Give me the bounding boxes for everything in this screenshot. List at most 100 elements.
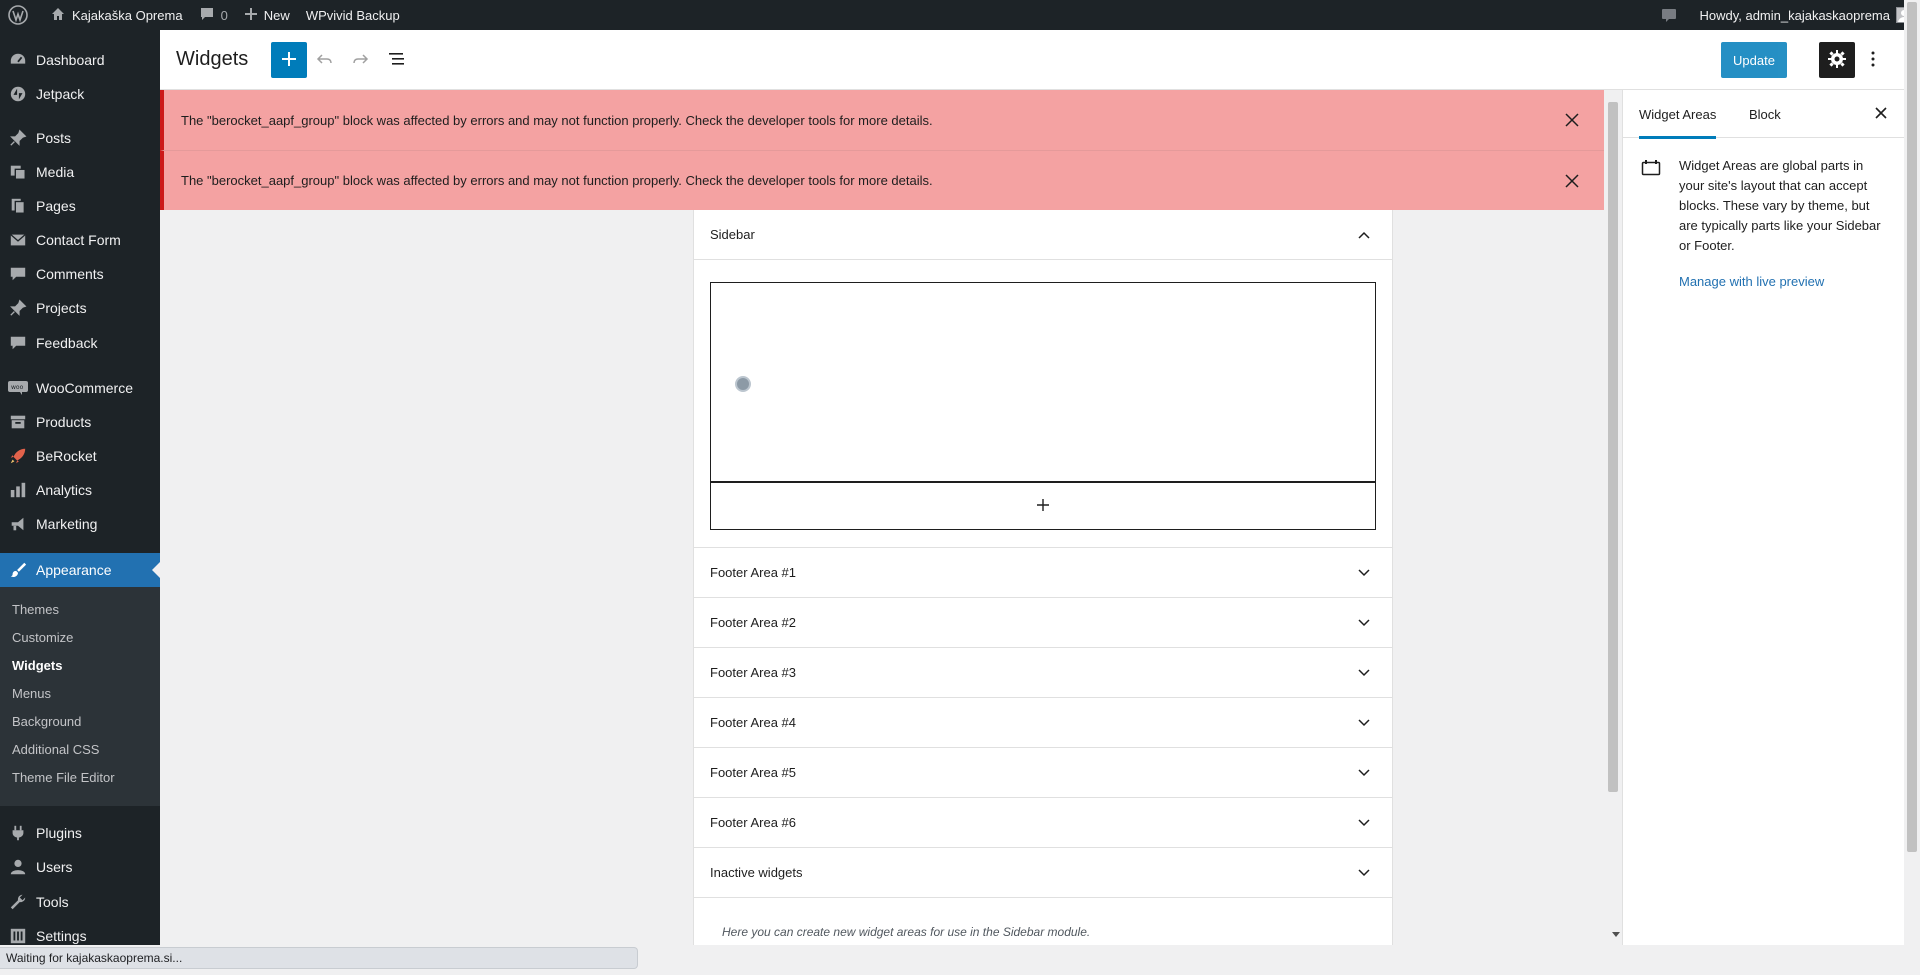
manage-live-preview-link[interactable]: Manage with live preview bbox=[1679, 274, 1824, 289]
menu-analytics[interactable]: Analytics bbox=[0, 473, 160, 507]
close-sidebar-button[interactable] bbox=[1869, 102, 1893, 126]
menu-pages[interactable]: Pages bbox=[0, 189, 160, 223]
chevron-down-icon[interactable] bbox=[1352, 861, 1376, 885]
menu-label: Settings bbox=[36, 928, 87, 944]
admin-bar: Kajakaška Oprema 0 New WPvivid Backup Ho… bbox=[0, 0, 1920, 30]
update-button[interactable]: Update bbox=[1721, 42, 1787, 78]
wrench-icon bbox=[0, 893, 36, 911]
new-label: New bbox=[263, 7, 290, 23]
menu-label: Comments bbox=[36, 266, 104, 282]
scroll-down-arrow-icon[interactable] bbox=[1612, 932, 1620, 937]
menu-tools[interactable]: Tools bbox=[0, 885, 160, 919]
plus-icon bbox=[1036, 498, 1050, 515]
bar-chart-icon bbox=[0, 481, 36, 499]
menu-woocommerce[interactable]: woo WooCommerce bbox=[0, 371, 160, 405]
status-text: Waiting for kajakaskaoprema.si... bbox=[0, 947, 638, 969]
widget-area-footer-1[interactable]: Footer Area #1 bbox=[694, 548, 1392, 598]
widgets-canvas: Sidebar Footer Area #1 Footer Area #2 Fo… bbox=[160, 90, 1604, 945]
widget-area-footer-2[interactable]: Footer Area #2 bbox=[694, 598, 1392, 648]
wordpress-logo-icon[interactable] bbox=[0, 0, 42, 30]
undo-button[interactable] bbox=[313, 48, 337, 72]
my-account-link[interactable]: Howdy, admin_kajakaskaoprema bbox=[1691, 0, 1920, 30]
chevron-down-icon[interactable] bbox=[1352, 561, 1376, 585]
widget-area-title: Footer Area #2 bbox=[710, 615, 796, 630]
archive-icon bbox=[0, 413, 36, 431]
menu-users[interactable]: Users bbox=[0, 850, 160, 884]
paintbrush-icon bbox=[0, 561, 36, 579]
chevron-down-icon[interactable] bbox=[1352, 661, 1376, 685]
notification-icon[interactable] bbox=[1653, 0, 1691, 30]
menu-feedback[interactable]: Feedback bbox=[0, 326, 160, 360]
widget-area-inactive[interactable]: Inactive widgets bbox=[694, 848, 1392, 898]
menu-jetpack[interactable]: Jetpack bbox=[0, 77, 160, 111]
chevron-down-icon[interactable] bbox=[1352, 811, 1376, 835]
menu-label: Media bbox=[36, 164, 75, 180]
loading-block-placeholder[interactable] bbox=[710, 282, 1376, 482]
submenu-theme-file-editor[interactable]: Theme File Editor bbox=[12, 768, 115, 788]
svg-text:woo: woo bbox=[11, 384, 24, 391]
add-block-button[interactable] bbox=[710, 482, 1376, 530]
close-icon[interactable] bbox=[1560, 108, 1584, 132]
gear-icon bbox=[1827, 49, 1847, 72]
settings-sidebar: Widget Areas Block Widget Areas are glob… bbox=[1622, 90, 1905, 945]
menu-media[interactable]: Media bbox=[0, 155, 160, 189]
new-content-link[interactable]: New bbox=[236, 0, 298, 30]
scrollbar-thumb[interactable] bbox=[1608, 102, 1618, 792]
widget-area-footer-5[interactable]: Footer Area #5 bbox=[694, 748, 1392, 798]
menu-products[interactable]: Products bbox=[0, 405, 160, 439]
chevron-up-icon[interactable] bbox=[1352, 223, 1376, 247]
widget-area-sidebar[interactable]: Sidebar bbox=[694, 210, 1392, 260]
widget-area-footer-6[interactable]: Footer Area #6 bbox=[694, 798, 1392, 848]
comments-link[interactable]: 0 bbox=[191, 0, 236, 30]
block-inserter-button[interactable] bbox=[271, 42, 307, 78]
submenu-themes[interactable]: Themes bbox=[12, 600, 59, 620]
close-icon[interactable] bbox=[1560, 169, 1584, 193]
dashboard-icon bbox=[0, 51, 36, 69]
wpvivid-backup-link[interactable]: WPvivid Backup bbox=[298, 0, 408, 30]
widget-area-footer-4[interactable]: Footer Area #4 bbox=[694, 698, 1392, 748]
menu-label: Jetpack bbox=[36, 86, 85, 102]
chevron-down-icon[interactable] bbox=[1352, 761, 1376, 785]
menu-plugins[interactable]: Plugins bbox=[0, 816, 160, 850]
menu-projects[interactable]: Projects bbox=[0, 291, 160, 325]
redo-icon bbox=[351, 50, 369, 71]
widget-area-footer-3[interactable]: Footer Area #3 bbox=[694, 648, 1392, 698]
pages-icon bbox=[0, 197, 36, 215]
redo-button[interactable] bbox=[348, 48, 372, 72]
site-name-link[interactable]: Kajakaška Oprema bbox=[42, 0, 191, 30]
widget-area-title: Footer Area #3 bbox=[710, 665, 796, 680]
editor-header: Widgets Update bbox=[160, 30, 1904, 90]
browser-status-bar: Waiting for kajakaskaoprema.si... bbox=[0, 945, 1920, 975]
menu-posts[interactable]: Posts bbox=[0, 121, 160, 155]
menu-contact-form[interactable]: Contact Form bbox=[0, 223, 160, 257]
submenu-background[interactable]: Background bbox=[12, 712, 81, 732]
tab-widget-areas[interactable]: Widget Areas bbox=[1639, 90, 1717, 139]
tab-block[interactable]: Block bbox=[1749, 90, 1781, 138]
menu-berocket[interactable]: BeRocket bbox=[0, 439, 160, 473]
menu-label: Plugins bbox=[36, 825, 82, 841]
submenu-additional-css[interactable]: Additional CSS bbox=[12, 740, 99, 760]
settings-button[interactable] bbox=[1819, 42, 1855, 78]
error-notice: The "berocket_aapf_group" block was affe… bbox=[160, 150, 1604, 210]
submenu-widgets[interactable]: Widgets bbox=[12, 656, 62, 676]
wpvivid-backup-label: WPvivid Backup bbox=[305, 7, 400, 23]
options-button[interactable] bbox=[1861, 42, 1885, 78]
menu-marketing[interactable]: Marketing bbox=[0, 507, 160, 541]
widget-area-title: Footer Area #4 bbox=[710, 715, 796, 730]
menu-label: Users bbox=[36, 859, 73, 875]
menu-dashboard[interactable]: Dashboard bbox=[0, 43, 160, 77]
home-icon bbox=[50, 6, 72, 25]
chevron-down-icon[interactable] bbox=[1352, 711, 1376, 735]
widget-area-title: Footer Area #5 bbox=[710, 765, 796, 780]
submenu-menus[interactable]: Menus bbox=[12, 684, 51, 704]
scrollbar-thumb[interactable] bbox=[1907, 2, 1917, 852]
content-scrollbar[interactable] bbox=[1604, 90, 1622, 945]
chevron-down-icon[interactable] bbox=[1352, 611, 1376, 635]
submenu-customize[interactable]: Customize bbox=[12, 628, 73, 648]
page-scrollbar[interactable] bbox=[1904, 0, 1920, 945]
site-name: Kajakaška Oprema bbox=[72, 7, 183, 23]
list-view-button[interactable] bbox=[385, 48, 409, 72]
menu-appearance[interactable]: Appearance bbox=[0, 553, 160, 587]
comment-bubble-icon bbox=[199, 6, 221, 25]
menu-comments[interactable]: Comments bbox=[0, 257, 160, 291]
